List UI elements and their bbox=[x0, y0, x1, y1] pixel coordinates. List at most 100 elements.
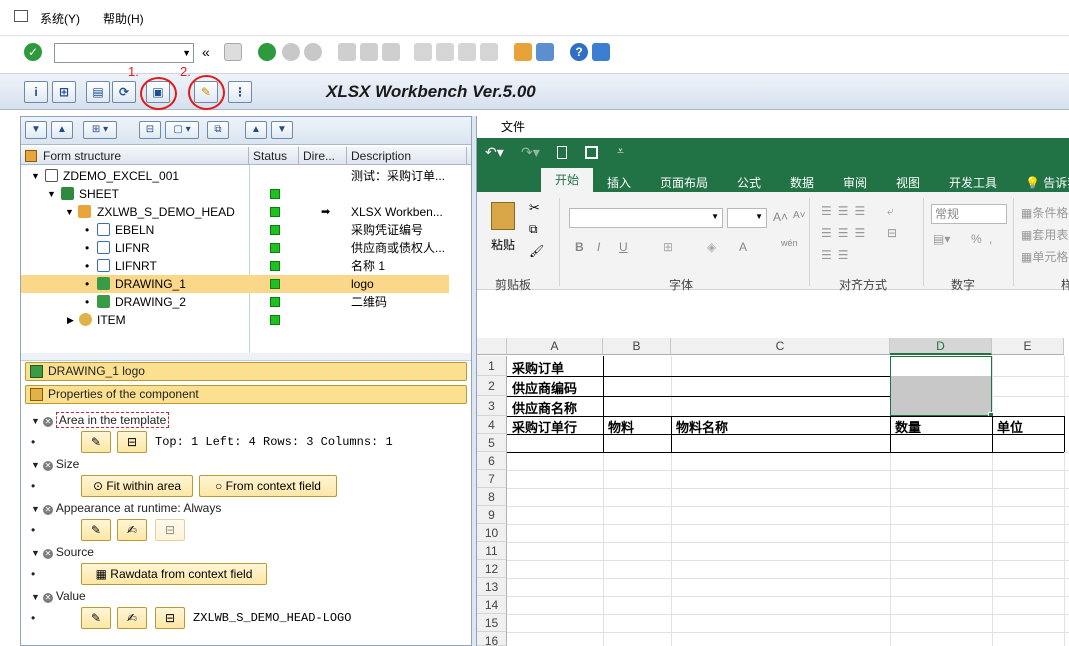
indent-icon[interactable]: ☰☰ bbox=[821, 248, 855, 262]
tree-row-lifnrt[interactable]: • LIFNRT 名称 1 bbox=[21, 257, 471, 275]
shrink-font-icon[interactable]: A˅ bbox=[793, 210, 806, 221]
row-header-8[interactable]: 8 bbox=[477, 488, 507, 506]
copy-icon[interactable]: ▢ ▾ bbox=[165, 121, 199, 139]
cell-d4[interactable]: 数量 bbox=[891, 417, 921, 436]
row-header-4[interactable]: 4 bbox=[477, 416, 507, 434]
save-icon[interactable] bbox=[224, 43, 242, 61]
collapse-arrow-icon[interactable]: ▼ bbox=[47, 185, 56, 203]
column-header-a[interactable]: A bbox=[507, 338, 603, 355]
fit-within-area-radio[interactable]: ⊙ Fit within area bbox=[81, 475, 193, 497]
column-header-d[interactable]: D bbox=[890, 338, 992, 355]
edit-formula-button[interactable]: ✍ bbox=[117, 607, 147, 629]
currency-icon[interactable]: ▤▾ bbox=[933, 232, 950, 246]
fill-color-icon[interactable]: ◈ bbox=[707, 240, 716, 254]
collapse-arrow-icon[interactable]: ▼ bbox=[31, 592, 40, 602]
back-icon[interactable] bbox=[258, 43, 276, 61]
border-icon[interactable]: ⊞ bbox=[663, 240, 673, 254]
row-header-1[interactable]: 1 bbox=[477, 356, 507, 376]
row-header-7[interactable]: 7 bbox=[477, 470, 507, 488]
chevron-down-icon[interactable]: ▼ bbox=[182, 48, 191, 58]
cut-icon[interactable]: ✂ bbox=[529, 200, 540, 216]
left-align-icon[interactable]: ☰☰☰ bbox=[821, 226, 871, 240]
help-icon[interactable]: ? bbox=[570, 43, 588, 61]
select-all-corner[interactable] bbox=[477, 338, 507, 355]
phonetic-icon[interactable]: wén bbox=[781, 238, 798, 248]
collapse-arrow-icon[interactable]: ▼ bbox=[65, 203, 74, 221]
structure-icon[interactable]: ⊞ bbox=[52, 81, 76, 103]
find-icon[interactable] bbox=[360, 43, 378, 61]
font-size-box[interactable]: ▼ bbox=[727, 208, 767, 228]
top-align-icon[interactable]: ☰☰☰ bbox=[821, 204, 871, 218]
collapse-arrow-icon[interactable]: ▼ bbox=[31, 504, 40, 514]
italic-icon[interactable]: I bbox=[597, 240, 600, 254]
find-next-icon[interactable] bbox=[382, 43, 400, 61]
new-session-icon[interactable] bbox=[514, 43, 532, 61]
tree-row-head[interactable]: ▼ ZXLWB_S_DEMO_HEAD ➡ XLSX Workben... bbox=[21, 203, 471, 221]
tab-view[interactable]: 视图 bbox=[896, 174, 920, 191]
last-page-icon[interactable] bbox=[480, 43, 498, 61]
column-description[interactable]: Description bbox=[347, 147, 467, 165]
redo-icon[interactable]: ↷▾ bbox=[521, 144, 540, 161]
bold-icon[interactable]: B bbox=[575, 240, 584, 254]
row-header-3[interactable]: 3 bbox=[477, 396, 507, 416]
tree-row-sheet[interactable]: ▼ SHEET bbox=[21, 185, 471, 203]
splitter-handle[interactable] bbox=[21, 353, 471, 361]
next-page-icon[interactable] bbox=[458, 43, 476, 61]
enter-check-icon[interactable]: ✓ bbox=[24, 43, 42, 61]
wrap-text-icon[interactable]: ⤶ bbox=[887, 204, 894, 219]
info-icon[interactable]: i bbox=[24, 81, 48, 103]
tree-row-ebeln[interactable]: • EBELN 采购凭证编号 bbox=[21, 221, 471, 239]
font-color-icon[interactable]: A bbox=[739, 240, 747, 254]
customize-layout-icon[interactable] bbox=[592, 43, 610, 61]
cancel-icon[interactable] bbox=[304, 43, 322, 61]
collapse-arrow-icon[interactable]: ▼ bbox=[31, 167, 40, 185]
row-header-16[interactable]: 16 bbox=[477, 632, 507, 646]
active-cell-d1[interactable] bbox=[891, 357, 991, 376]
from-context-field-radio[interactable]: ○ From context field bbox=[199, 475, 337, 497]
column-header-b[interactable]: B bbox=[603, 338, 671, 355]
edit-pencil-button[interactable]: ✎ bbox=[81, 431, 111, 453]
column-header-c[interactable]: C bbox=[671, 338, 890, 355]
double-left-icon[interactable]: « bbox=[202, 43, 220, 61]
undo-icon[interactable]: ↶▾ bbox=[485, 144, 504, 161]
edit-pencil-button[interactable]: ✎ bbox=[81, 607, 111, 629]
row-header-9[interactable]: 9 bbox=[477, 506, 507, 524]
column-status[interactable]: Status bbox=[249, 147, 299, 165]
column-header-e[interactable]: E bbox=[992, 338, 1064, 355]
row-header-11[interactable]: 11 bbox=[477, 542, 507, 560]
move-down-icon[interactable]: ▼ bbox=[271, 121, 293, 139]
tab-formulas[interactable]: 公式 bbox=[737, 174, 761, 191]
collapse-arrow-icon[interactable]: ▼ bbox=[31, 416, 40, 426]
delete-button[interactable]: ⊟ bbox=[155, 607, 185, 629]
cell-a4[interactable]: 采购订单行 bbox=[508, 417, 577, 436]
save-icon[interactable] bbox=[585, 146, 598, 159]
underline-icon[interactable]: U bbox=[619, 240, 628, 254]
tab-insert[interactable]: 插入 bbox=[607, 174, 631, 191]
tab-home[interactable]: 开始 bbox=[541, 168, 593, 192]
move-up-icon[interactable]: ▲ bbox=[245, 121, 267, 139]
cell-a2[interactable]: 供应商编码 bbox=[508, 378, 577, 397]
tab-developer[interactable]: 开发工具 bbox=[949, 174, 997, 191]
conditional-format-button[interactable]: ▦条件格 bbox=[1021, 204, 1068, 221]
expand-all-icon[interactable]: ▼ bbox=[25, 121, 47, 139]
row-header-10[interactable]: 10 bbox=[477, 524, 507, 542]
rawdata-button[interactable]: ▦ Rawdata from context field bbox=[81, 563, 267, 585]
cell-b4[interactable]: 物料 bbox=[604, 417, 634, 436]
menu-help[interactable]: 帮助(H) bbox=[103, 10, 144, 27]
format-table-button[interactable]: ▦套用表 bbox=[1021, 226, 1068, 243]
tree-row-root[interactable]: ▼ ZDEMO_EXCEL_001 测试：采购订单... bbox=[21, 167, 471, 185]
comma-icon[interactable]: , bbox=[989, 232, 992, 246]
delete-button[interactable]: ⊟ bbox=[117, 431, 147, 453]
tree-row-drawing1-selected[interactable]: • DRAWING_1 logo bbox=[21, 275, 449, 293]
file-menu[interactable]: 文件 bbox=[477, 116, 1069, 138]
command-field[interactable]: ▼ bbox=[54, 43, 194, 63]
exit-icon[interactable] bbox=[282, 43, 300, 61]
tab-page-layout[interactable]: 页面布局 bbox=[660, 174, 708, 191]
row-header-13[interactable]: 13 bbox=[477, 578, 507, 596]
tree-row-item[interactable]: ▶ ITEM bbox=[21, 311, 471, 329]
paste-label[interactable]: 粘贴 bbox=[491, 236, 515, 253]
row-header-2[interactable]: 2 bbox=[477, 376, 507, 396]
paste-icon[interactable]: ⧉ bbox=[207, 121, 229, 139]
paste-icon[interactable] bbox=[491, 202, 515, 230]
new-doc-icon[interactable] bbox=[557, 146, 567, 159]
